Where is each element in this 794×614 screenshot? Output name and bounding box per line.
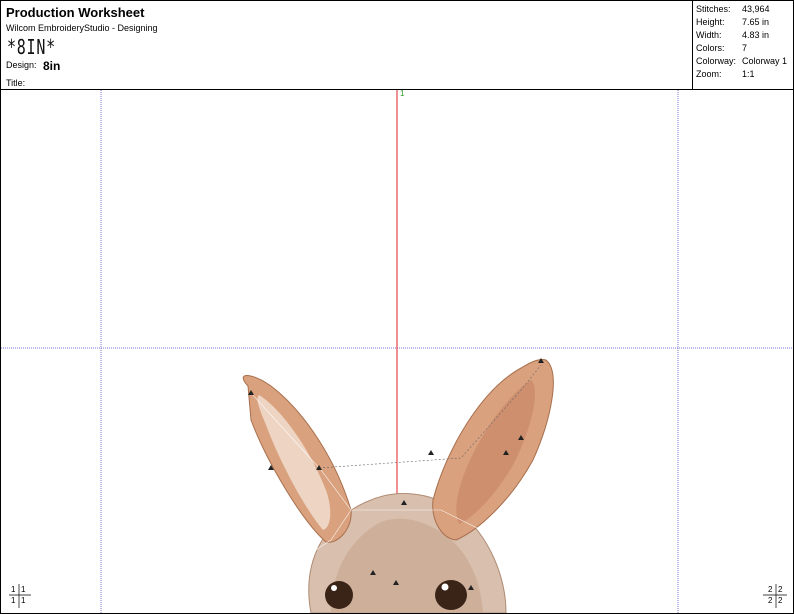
worksheet-page: Production Worksheet Wilcom EmbroiderySt…	[0, 0, 794, 614]
corner-marker-left: 1 1 1 1	[9, 584, 31, 608]
rabbit-artwork	[242, 358, 554, 613]
eye-highlight	[331, 585, 337, 591]
stat-label: Height:	[696, 17, 725, 27]
worksheet-title: Production Worksheet	[6, 5, 145, 20]
stats-panel: Stitches: 43,964 Height: 7.65 in Width: …	[692, 1, 794, 89]
corner-digit: 1	[21, 596, 26, 605]
corner-digit: 1	[11, 596, 16, 605]
stat-label: Stitches:	[696, 4, 731, 14]
stat-label: Zoom:	[696, 69, 722, 79]
center-marker: 1	[400, 90, 405, 98]
design-label: Design:	[6, 60, 37, 70]
rabbit-left-eye	[325, 581, 353, 609]
title-label: Title:	[6, 78, 26, 88]
eye-highlight	[441, 583, 449, 591]
stitch-node	[428, 450, 434, 455]
corner-digit: 1	[21, 585, 26, 594]
corner-marker-right: 2 2 2 2	[763, 584, 787, 608]
stat-value: Colorway 1	[742, 56, 788, 66]
stat-value: 4.83 in	[742, 30, 770, 40]
rabbit-right-eye	[435, 580, 467, 610]
design-preview: 1 1 1 1 1 2 2 2 2	[1, 90, 793, 613]
design-name: 8in	[43, 59, 61, 73]
corner-digit: 2	[768, 585, 773, 594]
corner-digit: 1	[11, 585, 16, 594]
stat-value: 7	[742, 43, 748, 53]
stat-label: Colorway:	[696, 56, 737, 66]
worksheet-header: Production Worksheet Wilcom EmbroiderySt…	[1, 1, 793, 90]
stat-value: 1:1	[742, 69, 755, 79]
design-canvas: 1 1 1 1 1 2 2 2 2	[1, 90, 793, 613]
stat-label: Colors:	[696, 43, 725, 53]
design-monogram: *8IN*	[7, 35, 56, 59]
corner-digit: 2	[778, 585, 783, 594]
stat-value: 7.65 in	[742, 17, 770, 27]
stat-label: Width:	[696, 30, 722, 40]
stat-value: 43,964	[742, 4, 770, 14]
corner-digit: 2	[778, 596, 783, 605]
corner-digit: 2	[768, 596, 773, 605]
app-name: Wilcom EmbroideryStudio - Designing	[6, 23, 158, 33]
